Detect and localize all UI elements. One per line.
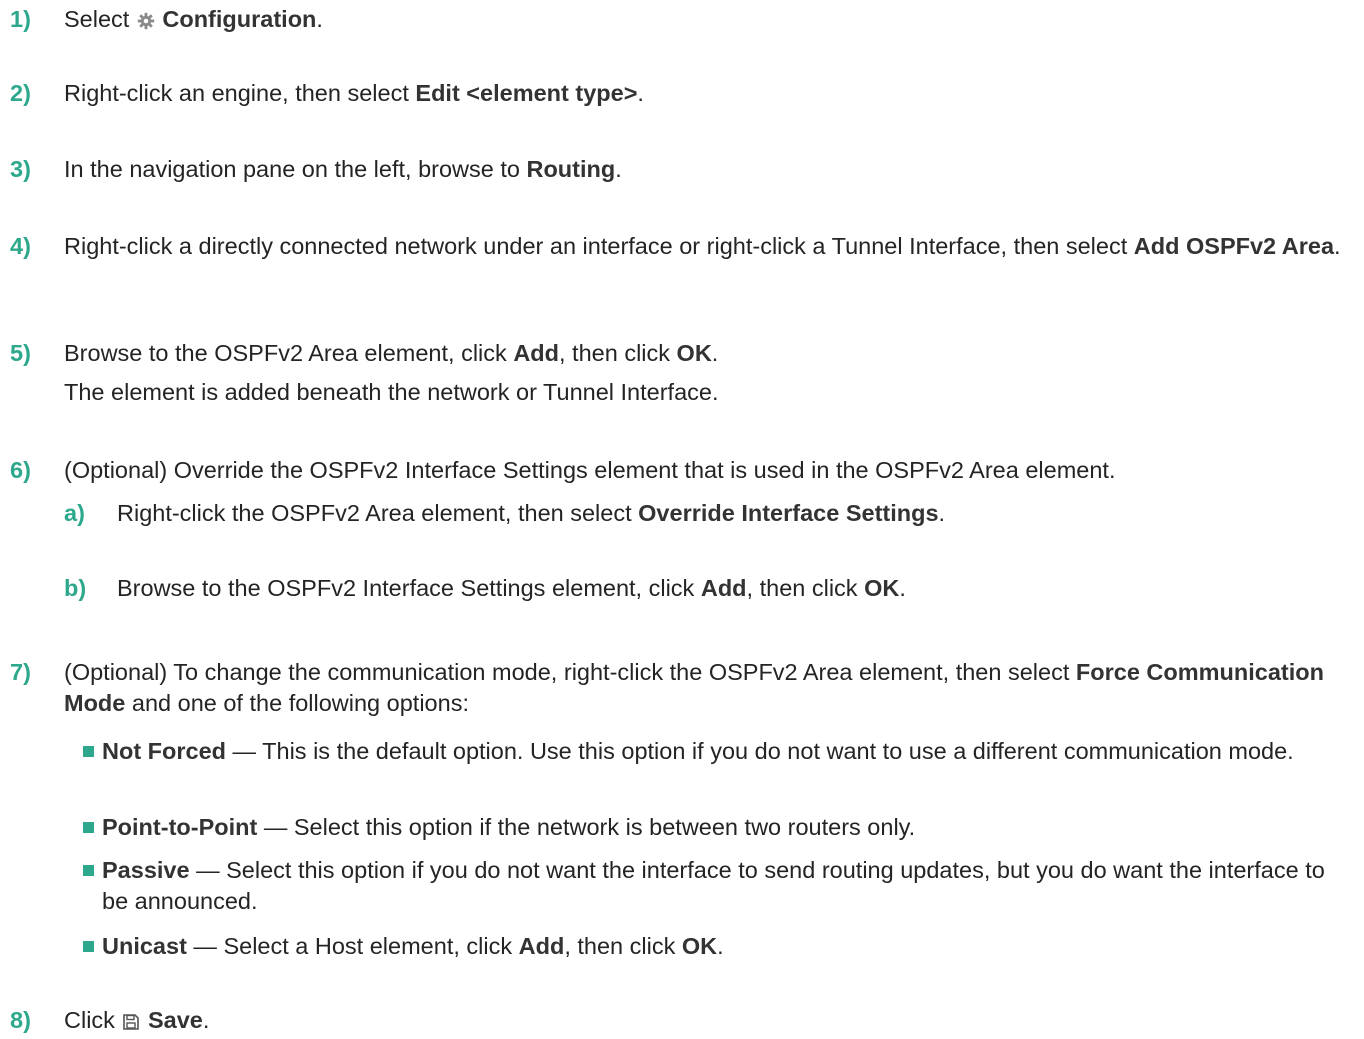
ui-label-add-ospfv2-area: Add OSPFv2 Area <box>1133 233 1335 259</box>
ui-label-add: Add <box>700 575 747 601</box>
step-text: (Optional) Override the OSPFv2 Interface… <box>64 457 1116 483</box>
procedure-document: 1) Select Configuration. 2) Right-click … <box>0 0 1364 1036</box>
ui-label-ok: OK <box>864 575 900 601</box>
ui-label-add: Add <box>513 340 559 366</box>
step-number: 6) <box>10 457 31 483</box>
substep-letter: a) <box>64 500 85 526</box>
step-number: 1) <box>10 6 31 32</box>
ui-label-edit-element-type: Edit <element type> <box>415 80 638 106</box>
option-text: Not Forced — This is the default option.… <box>102 738 1294 764</box>
bullet-square-icon <box>83 822 94 833</box>
step-number: 8) <box>10 1007 31 1033</box>
ui-label-ok: OK <box>676 340 712 366</box>
save-icon <box>122 1008 140 1039</box>
bullet-square-icon <box>83 865 94 876</box>
ui-label-configuration: Configuration <box>162 6 317 32</box>
substep-letter: b) <box>64 575 87 601</box>
step-text: Right-click a directly connected network… <box>64 233 1341 259</box>
step-number: 4) <box>10 233 31 259</box>
substep-text: Browse to the OSPFv2 Interface Settings … <box>117 575 906 601</box>
step-text: Browse to the OSPFv2 Area element, click… <box>64 340 719 366</box>
gear-icon <box>137 7 155 38</box>
substep-text: Right-click the OSPFv2 Area element, the… <box>117 500 946 526</box>
ui-label-routing: Routing <box>526 156 616 182</box>
step-text: In the navigation pane on the left, brow… <box>64 156 622 182</box>
ui-label-override-interface-settings: Override Interface Settings <box>638 500 939 526</box>
option-text: Point-to-Point — Select this option if t… <box>102 814 916 840</box>
option-text: Passive — Select this option if you do n… <box>102 857 1325 914</box>
ui-label-save: Save <box>147 1007 203 1033</box>
step-text: Select Configuration. <box>64 4 1348 38</box>
step-text: (Optional) To change the communication m… <box>64 659 1324 716</box>
step-text: Click Save. <box>64 1005 1348 1039</box>
step-number: 5) <box>10 340 31 366</box>
step-number: 3) <box>10 156 31 182</box>
bullet-square-icon <box>83 941 94 952</box>
step-text: Right-click an engine, then select Edit … <box>64 80 644 106</box>
step-number: 7) <box>10 659 31 685</box>
step-result-text: The element is added beneath the network… <box>64 379 719 405</box>
option-text: Unicast — Select a Host element, click A… <box>102 933 724 959</box>
bullet-square-icon <box>83 746 94 757</box>
step-number: 2) <box>10 80 31 106</box>
